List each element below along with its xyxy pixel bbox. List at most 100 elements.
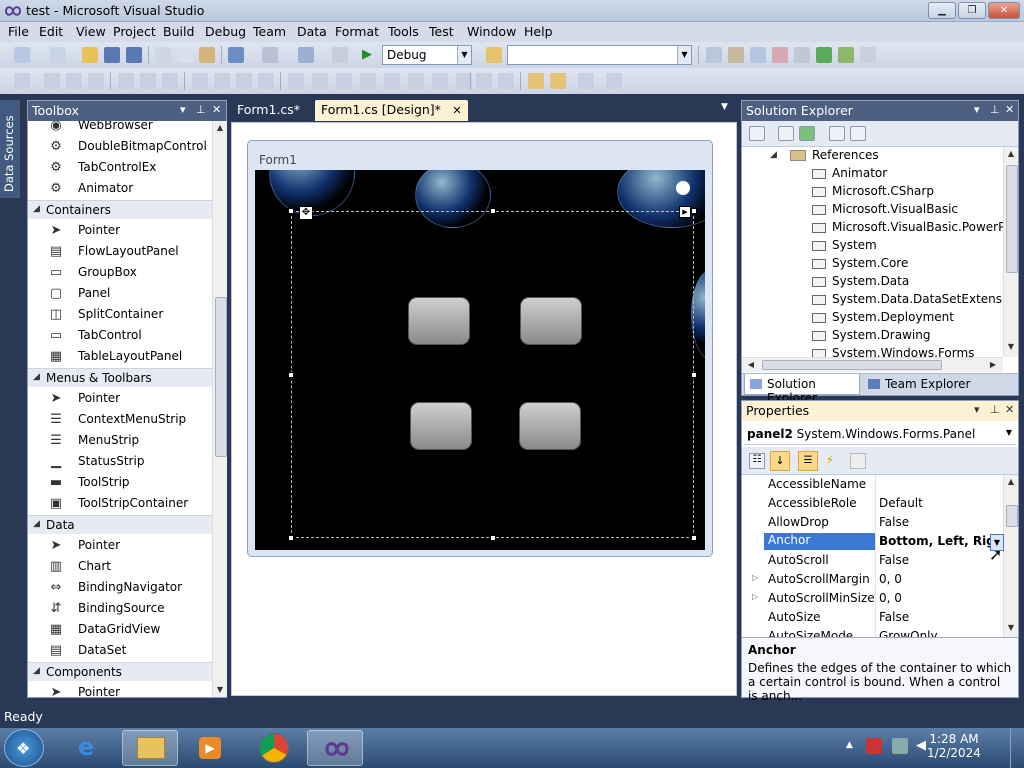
scrollbar-thumb[interactable] — [1006, 505, 1018, 527]
pin-icon[interactable]: ⊥ — [990, 103, 1000, 116]
taskbar-media-player[interactable]: ▶ — [182, 730, 238, 766]
close-button[interactable]: ✕ — [988, 2, 1020, 19]
toolbox-item[interactable]: ▣ ToolStripContainer — [28, 493, 212, 514]
collapse-triangle-icon[interactable]: ◢ — [33, 519, 40, 529]
action-center-icon[interactable] — [866, 738, 882, 754]
center-horizontally-icon[interactable] — [476, 73, 492, 89]
menu-file[interactable]: File — [8, 24, 29, 39]
property-value[interactable]: False — [879, 515, 909, 529]
properties-window-icon[interactable] — [728, 47, 744, 63]
toolbox-item[interactable]: ▤ FlowLayoutPanel — [28, 241, 212, 262]
alphabetical-icon[interactable]: ↓ — [770, 451, 790, 471]
class-view-icon[interactable] — [772, 47, 788, 63]
solution-explorer-hscrollbar[interactable]: ◀ ▶ — [742, 357, 1003, 372]
center-vertically-icon[interactable] — [498, 73, 514, 89]
redo-icon[interactable] — [262, 47, 278, 63]
solution-explorer-vscrollbar[interactable]: ▲ ▼ — [1003, 147, 1018, 357]
menu-test[interactable]: Test — [429, 24, 454, 39]
align-bottoms-icon[interactable] — [162, 73, 178, 89]
start-debugging-icon[interactable]: ▶ — [362, 47, 372, 62]
align-to-grid-icon[interactable] — [14, 73, 30, 89]
menu-window[interactable]: Window — [467, 24, 516, 39]
close-icon[interactable]: ✕ — [212, 103, 221, 116]
property-value[interactable]: 0, 0 — [879, 572, 902, 586]
toolbox-category[interactable]: ◢ Components — [28, 662, 212, 681]
minimize-button[interactable]: ▁ — [928, 2, 956, 19]
resize-handle[interactable] — [490, 208, 496, 214]
chevron-down-icon[interactable]: ▼ — [1006, 428, 1012, 437]
align-middles-icon[interactable] — [140, 73, 156, 89]
undo-icon[interactable] — [228, 47, 244, 63]
cut-icon[interactable] — [155, 47, 171, 63]
expand-icon[interactable]: ▷ — [752, 592, 758, 601]
scroll-left-icon[interactable]: ◀ — [744, 360, 758, 369]
save-all-icon[interactable] — [126, 47, 142, 63]
scroll-up-icon[interactable]: ▲ — [1004, 149, 1018, 158]
menu-view[interactable]: View — [76, 24, 106, 39]
categorized-icon[interactable]: ☷ — [749, 453, 765, 469]
resize-handle[interactable] — [288, 208, 294, 214]
menu-debug[interactable]: Debug — [205, 24, 246, 39]
toolbox-item[interactable]: ▢ Panel — [28, 283, 212, 304]
tab-form1-design[interactable]: Form1.cs [Design]* ✕ — [315, 100, 468, 121]
menu-help[interactable]: Help — [524, 24, 553, 39]
align-lefts-icon[interactable] — [44, 73, 60, 89]
panel2-selected[interactable]: ✥ ▶ — [288, 206, 697, 541]
navigate-forward-icon[interactable] — [332, 47, 348, 63]
resize-handle[interactable] — [691, 535, 697, 541]
start-page-icon[interactable] — [816, 47, 832, 63]
copy-icon[interactable] — [177, 47, 193, 63]
view-code-icon[interactable] — [829, 126, 845, 141]
toolbox-item[interactable]: ➤ Pointer — [28, 535, 212, 556]
clock[interactable]: 1:28 AM 1/2/2024 — [924, 732, 984, 760]
pin-icon[interactable]: ⊥ — [990, 403, 1000, 416]
show-hidden-icons[interactable]: ▲ — [846, 740, 853, 750]
move-handle-icon[interactable]: ✥ — [299, 206, 313, 220]
toolbox-item[interactable]: ➤ Pointer — [28, 388, 212, 409]
solution-explorer-icon[interactable] — [706, 47, 722, 63]
toolbox-item[interactable]: ▬ ToolStrip — [28, 472, 212, 493]
menu-edit[interactable]: Edit — [39, 24, 63, 39]
taskbar-explorer[interactable] — [122, 730, 178, 766]
form-window[interactable]: Form1 ✥ ▶ — [247, 140, 713, 557]
show-all-files-icon[interactable] — [778, 126, 794, 141]
menu-data[interactable]: Data — [297, 24, 327, 39]
toolbox-item[interactable]: ◉ WebBrowser — [28, 121, 212, 136]
toolbox-item[interactable]: ◫ SplitContainer — [28, 304, 212, 325]
toolbox-item[interactable]: ⇔ BindingNavigator — [28, 577, 212, 598]
resize-handle[interactable] — [288, 372, 294, 378]
toolbox-item[interactable]: ⚙ Animator — [28, 178, 212, 199]
toolbox-category[interactable]: ◢ Data — [28, 515, 212, 534]
design-surface[interactable]: Form1 ✥ ▶ — [231, 122, 737, 696]
close-icon[interactable]: ✕ — [1005, 403, 1014, 416]
property-row[interactable]: AccessibleName — [742, 475, 1004, 494]
paste-icon[interactable] — [199, 47, 215, 63]
make-same-width-icon[interactable] — [192, 73, 208, 89]
collapse-triangle-icon[interactable]: ◢ — [33, 372, 40, 382]
add-item-icon[interactable] — [50, 47, 66, 63]
property-row[interactable]: ▷ AutoScrollMargin 0, 0 — [742, 570, 1004, 589]
data-sources-tab[interactable]: Data Sources — [0, 100, 20, 198]
resize-handle[interactable] — [288, 535, 294, 541]
increase-spacing-icon[interactable] — [312, 73, 328, 89]
open-file-icon[interactable] — [82, 47, 98, 63]
resize-handle[interactable] — [691, 372, 697, 378]
tab-form1-code[interactable]: Form1.cs* — [231, 100, 306, 121]
scroll-down-icon[interactable]: ▼ — [213, 685, 227, 694]
menu-build[interactable]: Build — [163, 24, 194, 39]
rounded-button[interactable] — [408, 297, 470, 345]
show-desktop-button[interactable] — [1010, 728, 1024, 768]
size-to-grid-icon[interactable] — [214, 73, 230, 89]
property-value[interactable]: Bottom, Left, Righ — [879, 534, 1003, 548]
align-tops-icon[interactable] — [118, 73, 134, 89]
property-row[interactable]: AllowDrop False — [742, 513, 1004, 532]
navigate-backward-icon[interactable] — [298, 47, 314, 63]
network-icon[interactable] — [892, 738, 908, 754]
pin-icon[interactable]: ⊥ — [196, 103, 206, 116]
toolbox-scrollbar[interactable]: ▲ ▼ — [212, 121, 227, 697]
refresh-icon[interactable] — [799, 126, 815, 141]
collapse-triangle-icon[interactable]: ◢ — [770, 150, 777, 160]
tab-list-dropdown-icon[interactable]: ▼ — [721, 102, 728, 112]
menu-team[interactable]: Team — [253, 24, 286, 39]
window-position-icon[interactable]: ▾ — [974, 403, 980, 416]
